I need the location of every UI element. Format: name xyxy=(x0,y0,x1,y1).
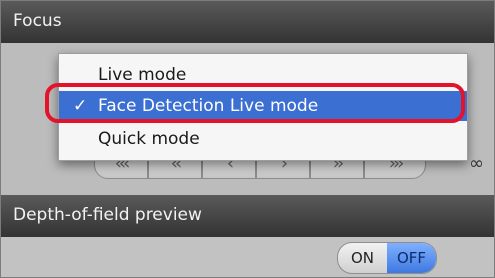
focus-settings-window: Focus ‹‹‹ ‹‹ ‹ › ›› ››› ∞ Live mode ✓ Fa… xyxy=(0,0,495,278)
menu-item-quick-mode[interactable]: Quick mode xyxy=(59,124,467,154)
depth-of-field-header-title: Depth-of-field preview xyxy=(13,205,202,225)
toggle-on-button[interactable]: ON xyxy=(338,243,387,273)
focus-header-title: Focus xyxy=(13,11,62,31)
infinity-icon: ∞ xyxy=(469,153,484,174)
annotation-highlight-ring xyxy=(45,83,465,123)
focus-header: Focus xyxy=(1,1,494,43)
depth-of-field-header: Depth-of-field preview xyxy=(1,195,494,237)
menu-item-label: Live mode xyxy=(98,65,187,85)
toggle-off-button[interactable]: OFF xyxy=(387,243,436,273)
depth-of-field-toggle: ON OFF xyxy=(337,242,437,274)
menu-item-label: Quick mode xyxy=(98,129,200,149)
